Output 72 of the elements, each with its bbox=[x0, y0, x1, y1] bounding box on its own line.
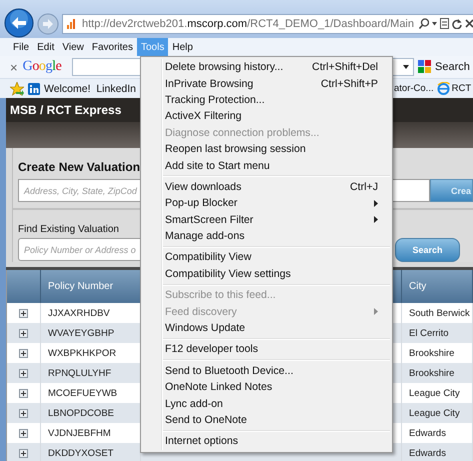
menu-item[interactable]: Favorites bbox=[88, 38, 137, 56]
expand-icon[interactable] bbox=[19, 408, 28, 418]
menu-item[interactable]: Lync add-on bbox=[141, 395, 392, 412]
submenu-arrow-icon bbox=[374, 200, 378, 207]
caret-icon[interactable] bbox=[432, 22, 437, 26]
expand-icon[interactable] bbox=[19, 368, 28, 378]
menu-item[interactable]: Pop-up Blocker bbox=[141, 195, 392, 212]
menu-item[interactable]: SmartScreen Filter bbox=[141, 212, 392, 228]
page-icon bbox=[67, 18, 77, 29]
table-cell: Edwards bbox=[402, 443, 473, 461]
menu-item[interactable]: View downloads Ctrl+J bbox=[141, 178, 392, 196]
menu-item[interactable]: Compatibility View bbox=[141, 249, 392, 266]
table-cell: Brookshire bbox=[402, 363, 473, 383]
menu-item[interactable]: Manage add-ons bbox=[141, 228, 392, 244]
menu-item[interactable]: OneNote Linked Notes bbox=[141, 379, 392, 396]
submenu-arrow-icon bbox=[374, 216, 378, 224]
menu-item[interactable]: View bbox=[58, 38, 88, 56]
table-header-cell bbox=[7, 270, 41, 303]
menu-item[interactable]: Help bbox=[168, 38, 197, 56]
document-icon[interactable] bbox=[440, 18, 449, 29]
menu-item[interactable]: F12 developer tools bbox=[141, 341, 392, 358]
column-header[interactable]: City bbox=[402, 270, 473, 303]
menu-item[interactable]: Delete browsing history... Ctrl+Shift+Del bbox=[141, 59, 392, 76]
expand-icon[interactable] bbox=[19, 448, 28, 458]
column-header[interactable]: Policy Number bbox=[41, 270, 141, 303]
favorite-link[interactable]: Welcome! LinkedIn bbox=[44, 82, 136, 94]
favorite-link[interactable]: ator-Co... bbox=[394, 83, 434, 94]
search-engine-icon bbox=[418, 60, 432, 74]
expand-icon[interactable] bbox=[19, 348, 28, 358]
menu-item[interactable]: Edit bbox=[33, 38, 58, 56]
submenu-arrow-icon bbox=[374, 308, 378, 316]
table-cell: League City bbox=[402, 403, 473, 423]
expand-icon[interactable] bbox=[19, 428, 28, 438]
caret-icon[interactable] bbox=[403, 65, 409, 69]
expand-icon[interactable] bbox=[19, 308, 28, 318]
refresh-icon[interactable] bbox=[452, 18, 462, 28]
search-field[interactable] bbox=[72, 58, 141, 76]
expand-icon[interactable] bbox=[19, 328, 28, 338]
menu-item[interactable]: File bbox=[9, 38, 34, 56]
table-cell: LBNOPDCOBE bbox=[41, 403, 141, 423]
menu-item[interactable]: Send to OneNote bbox=[141, 412, 392, 428]
close-icon[interactable] bbox=[465, 19, 473, 28]
browser-icon[interactable] bbox=[436, 82, 450, 95]
placeholder: Policy Number or Address o bbox=[24, 244, 136, 254]
table-cell: RPNQLULYHF bbox=[41, 363, 141, 383]
placeholder: Address, City, State, ZipCod bbox=[24, 186, 137, 196]
section-heading: Create New Valuation bbox=[18, 160, 140, 174]
search-icon[interactable] bbox=[419, 18, 429, 29]
address-field[interactable]: http://dev2rctweb201.mscorp.com/RCT4_DEMO_1/Dashboard/Main bbox=[62, 14, 473, 34]
menu-item[interactable]: Add site to Start menu bbox=[141, 157, 392, 174]
search-button[interactable]: Search bbox=[435, 61, 470, 73]
linkedin-icon[interactable] bbox=[28, 82, 40, 94]
expand-icon[interactable] bbox=[19, 388, 28, 398]
table-cell: El Cerrito bbox=[402, 323, 473, 343]
favorite-link[interactable]: RCT bbox=[452, 83, 472, 94]
table-cell: WVAYEYGBHP bbox=[41, 323, 141, 343]
menu-item[interactable]: Tracking Protection... bbox=[141, 92, 392, 108]
menu-item[interactable]: Windows Update bbox=[141, 320, 392, 336]
menu-item[interactable]: Internet options bbox=[141, 433, 392, 450]
section-heading: Find Existing Valuation bbox=[18, 224, 119, 235]
forward-icon[interactable] bbox=[37, 12, 59, 34]
menu-item[interactable]: Reopen last browsing session bbox=[141, 140, 392, 158]
menu-item[interactable]: Compatibility View settings bbox=[141, 266, 392, 282]
menu-item[interactable]: Send to Bluetooth Device... bbox=[141, 362, 392, 380]
menu-item[interactable]: InPrivate Browsing Ctrl+Shift+P bbox=[141, 75, 392, 92]
site-title: MSB / RCT Express bbox=[10, 103, 122, 117]
search-logo: Google bbox=[22, 59, 62, 75]
close-toolbar-button[interactable]: × bbox=[10, 60, 18, 74]
menu-item[interactable]: ActiveX Filtering bbox=[141, 108, 392, 125]
back-icon[interactable] bbox=[4, 8, 34, 38]
table-cell: DKDDYXOSET bbox=[41, 443, 141, 461]
star-icon[interactable] bbox=[10, 82, 24, 96]
